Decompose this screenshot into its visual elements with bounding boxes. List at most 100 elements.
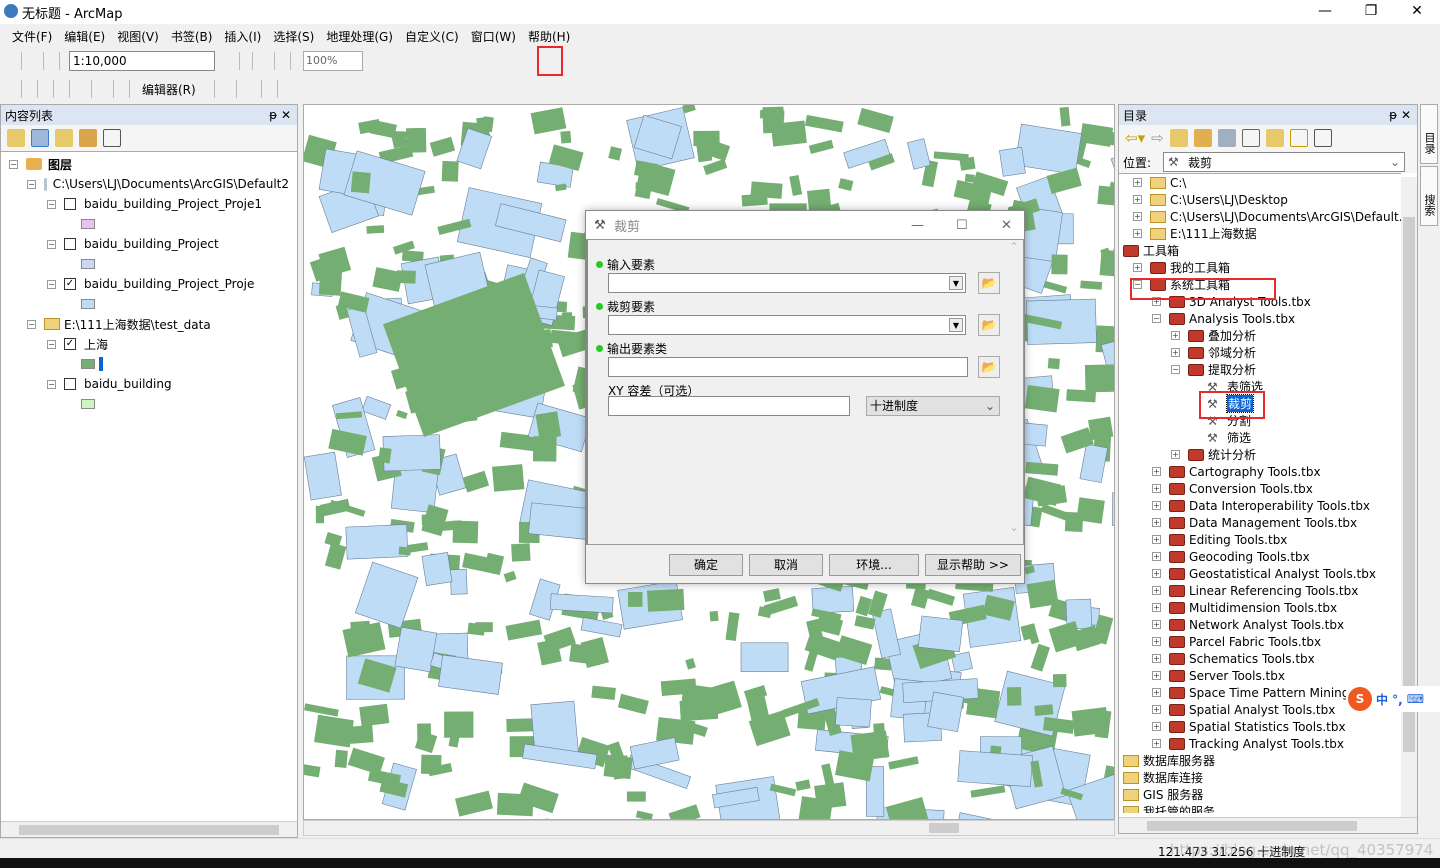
collapse-icon[interactable]: −	[1171, 365, 1180, 374]
expand-icon[interactable]: +	[1133, 195, 1142, 204]
menu-item[interactable]: 选择(S)	[267, 28, 320, 45]
catalog-horizontal-scrollbar[interactable]	[1119, 817, 1417, 833]
expand-icon[interactable]: +	[1152, 620, 1161, 629]
dialog-minimize-button[interactable]: —	[911, 218, 924, 233]
catalog-item[interactable]: + Cartography Tools.tbx	[1121, 463, 1401, 480]
layer-visibility-checkbox[interactable]	[64, 378, 76, 390]
home-icon[interactable]	[1193, 129, 1212, 147]
forward-icon[interactable]: ⇨	[1151, 129, 1164, 147]
input-features-field[interactable]: ▼	[608, 273, 966, 293]
expand-icon[interactable]: +	[1152, 518, 1161, 527]
ime-toolbar[interactable]: S 中 °, ⌨	[1346, 686, 1440, 712]
scale-input[interactable]: 1:10,000	[69, 51, 215, 71]
catalog-item[interactable]: − 提取分析	[1121, 361, 1401, 378]
expand-icon[interactable]: +	[1152, 501, 1161, 510]
output-feature-class-field[interactable]	[608, 357, 968, 377]
catalog-item[interactable]: + Conversion Tools.tbx	[1121, 480, 1401, 497]
browse-output-folder-icon[interactable]: 📂	[978, 356, 1000, 378]
pin-close-icons[interactable]: ᵽ ✕	[1389, 108, 1411, 122]
cancel-button[interactable]: 取消	[749, 554, 823, 576]
catalog-item[interactable]: + Data Interoperability Tools.tbx	[1121, 497, 1401, 514]
toc-layer[interactable]: − baidu_building	[9, 374, 289, 394]
side-tab-search[interactable]: 搜索	[1420, 166, 1438, 226]
layout-zoom-input[interactable]: 100%	[303, 51, 363, 71]
toc-data-source[interactable]: − E:\111上海数据\test_data	[9, 314, 289, 334]
expand-icon[interactable]: +	[1152, 603, 1161, 612]
map-view-scrollbar[interactable]	[303, 820, 1115, 836]
expand-icon[interactable]: +	[1152, 484, 1161, 493]
toc-layer[interactable]: − ✓ baidu_building_Project_Proje	[9, 274, 289, 294]
catalog-item[interactable]: + C:\Users\LJ\Documents\ArcGIS\Default.	[1121, 208, 1401, 225]
unit-select[interactable]: 十进制度 ⌄	[866, 396, 1000, 416]
layer-symbol[interactable]	[9, 294, 289, 314]
catalog-item[interactable]: + Geocoding Tools.tbx	[1121, 548, 1401, 565]
catalog-item[interactable]: + Spatial Statistics Tools.tbx	[1121, 718, 1401, 735]
catalog-item[interactable]: + Server Tools.tbx	[1121, 667, 1401, 684]
expand-icon[interactable]: +	[1171, 348, 1180, 357]
layer-symbol[interactable]	[9, 254, 289, 274]
catalog-item[interactable]: − Analysis Tools.tbx	[1121, 310, 1401, 327]
expand-icon[interactable]: +	[1133, 263, 1142, 272]
menu-item[interactable]: 地理处理(G)	[320, 28, 399, 45]
pin-close-icons[interactable]: ᵽ ✕	[269, 108, 291, 122]
menu-item[interactable]: 文件(F)	[6, 28, 58, 45]
menu-item[interactable]: 视图(V)	[111, 28, 165, 45]
catalog-item[interactable]: + C:\Users\LJ\Desktop	[1121, 191, 1401, 208]
expand-icon[interactable]: +	[1152, 569, 1161, 578]
expand-icon[interactable]: +	[1152, 671, 1161, 680]
catalog-item[interactable]: GIS 服务器	[1121, 786, 1401, 803]
toc-layer[interactable]: − ✓ 上海	[9, 334, 289, 354]
catalog-item[interactable]: + Schematics Tools.tbx	[1121, 650, 1401, 667]
expand-icon[interactable]: +	[1152, 637, 1161, 646]
catalog-item[interactable]: + Network Analyst Tools.tbx	[1121, 616, 1401, 633]
catalog-item[interactable]: 我托管的服务	[1121, 803, 1401, 813]
list-by-source-icon[interactable]	[31, 129, 49, 147]
expand-icon[interactable]: +	[1133, 229, 1142, 238]
catalog-item[interactable]: + 邻域分析	[1121, 344, 1401, 361]
layer-symbol[interactable]	[9, 354, 289, 374]
menu-item[interactable]: 编辑(E)	[58, 28, 111, 45]
catalog-item[interactable]: + 统计分析	[1121, 446, 1401, 463]
catalog-item[interactable]: ⚒ 筛选	[1121, 429, 1401, 446]
back-icon[interactable]: ⇦▾	[1125, 129, 1145, 147]
new-folder-icon[interactable]	[1265, 129, 1284, 147]
close-button[interactable]: ✕	[1394, 0, 1440, 24]
up-one-level-icon[interactable]	[1169, 129, 1188, 147]
menu-item[interactable]: 窗口(W)	[465, 28, 522, 45]
toc-layer[interactable]: − baidu_building_Project_Proje1	[9, 194, 289, 214]
xy-tolerance-field[interactable]	[608, 396, 850, 416]
location-input[interactable]: ⚒ 裁剪 ⌄	[1163, 152, 1406, 172]
minimize-button[interactable]: —	[1302, 0, 1348, 24]
maximize-button[interactable]: ❐	[1348, 0, 1394, 24]
layer-visibility-checkbox[interactable]	[64, 198, 76, 210]
options-icon[interactable]	[1313, 129, 1332, 147]
catalog-item[interactable]: + Editing Tools.tbx	[1121, 531, 1401, 548]
list-by-selection-icon[interactable]	[79, 129, 97, 147]
catalog-item[interactable]: + E:\111上海数据	[1121, 225, 1401, 242]
toc-data-source[interactable]: − C:\Users\LJ\Documents\ArcGIS\Default2	[9, 174, 289, 194]
environments-button[interactable]: 环境...	[829, 554, 919, 576]
menu-item[interactable]: 自定义(C)	[399, 28, 465, 45]
expand-icon[interactable]: +	[1152, 722, 1161, 731]
expand-icon[interactable]: +	[1152, 654, 1161, 663]
menu-item[interactable]: 插入(I)	[218, 28, 267, 45]
ok-button[interactable]: 确定	[669, 554, 743, 576]
expand-icon[interactable]: +	[1133, 212, 1142, 221]
catalog-item[interactable]: + Data Management Tools.tbx	[1121, 514, 1401, 531]
editor-menu-button[interactable]: 编辑器(R)	[136, 81, 202, 98]
side-tab-catalog[interactable]: 目录	[1420, 104, 1438, 164]
catalog-vertical-scrollbar[interactable]	[1401, 177, 1417, 817]
layer-visibility-checkbox[interactable]	[64, 238, 76, 250]
dialog-scrollbar[interactable]: ⌃ ⌄	[1005, 240, 1023, 544]
layer-symbol[interactable]	[9, 214, 289, 234]
toc-root-layers[interactable]: − 图层	[9, 154, 289, 174]
options-icon[interactable]	[103, 129, 121, 147]
clip-features-field[interactable]: ▼	[608, 315, 966, 335]
menu-item[interactable]: 帮助(H)	[522, 28, 576, 45]
catalog-item[interactable]: + Tracking Analyst Tools.tbx	[1121, 735, 1401, 752]
catalog-item[interactable]: 数据库服务器	[1121, 752, 1401, 769]
list-by-drawing-order-icon[interactable]	[7, 129, 25, 147]
catalog-item[interactable]: + Multidimension Tools.tbx	[1121, 599, 1401, 616]
connect-folder-icon[interactable]	[1217, 129, 1236, 147]
catalog-item[interactable]: 工具箱	[1121, 242, 1401, 259]
